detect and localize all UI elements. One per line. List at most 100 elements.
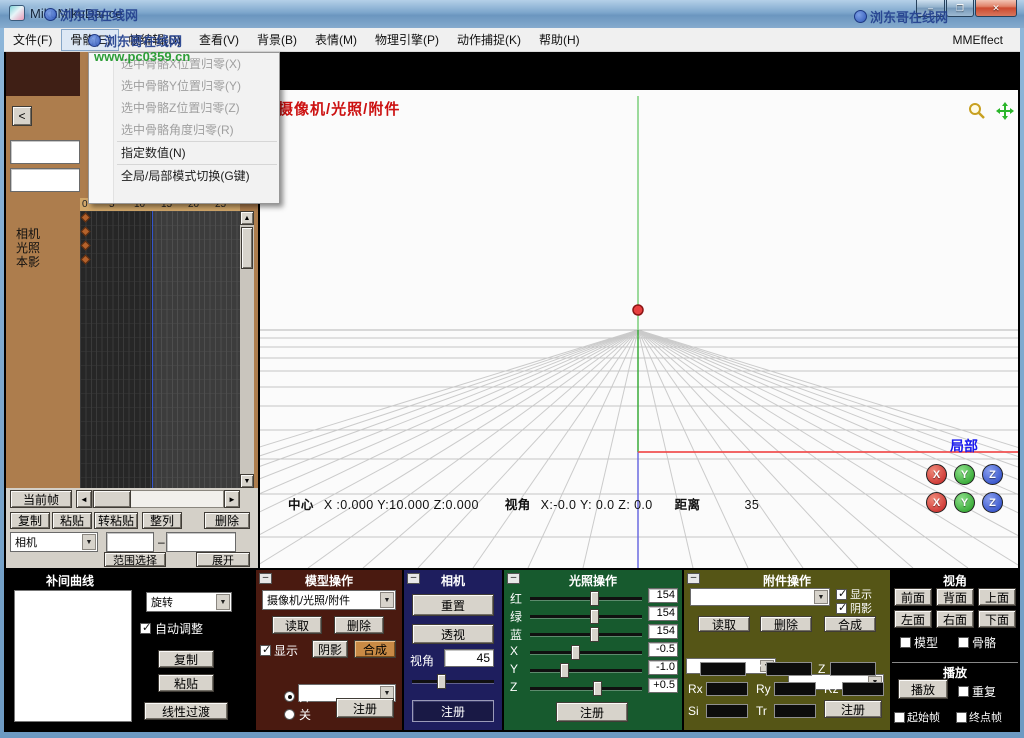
chevron-down-icon[interactable]: ▼ bbox=[82, 534, 96, 550]
slider-thumb[interactable] bbox=[571, 645, 580, 660]
menu-item-file[interactable]: 文件(F) bbox=[4, 29, 61, 51]
light-green-value[interactable]: 154 bbox=[648, 606, 678, 621]
checkbox-icon[interactable] bbox=[894, 712, 905, 723]
chevron-down-icon[interactable]: ▼ bbox=[216, 594, 230, 610]
x-field[interactable] bbox=[700, 662, 746, 676]
paste-button[interactable]: 粘贴 bbox=[52, 512, 92, 529]
range-end-field[interactable] bbox=[166, 532, 236, 552]
zoom-icon[interactable] bbox=[968, 102, 986, 120]
linear-transition-button[interactable]: 线性过渡 bbox=[144, 702, 228, 720]
checkbox-icon[interactable] bbox=[958, 637, 969, 648]
physics-on-radio[interactable]: 开 bbox=[284, 688, 311, 705]
light-y-slider[interactable] bbox=[530, 669, 642, 672]
axis-x-button-2[interactable]: X bbox=[926, 492, 947, 513]
light-register-button[interactable]: 注册 bbox=[556, 702, 628, 722]
align-button[interactable]: 整列 bbox=[142, 512, 182, 529]
checkbox-icon[interactable] bbox=[958, 686, 969, 697]
follow-model-checkbox[interactable]: 模型 bbox=[900, 634, 938, 651]
slider-thumb[interactable] bbox=[590, 609, 599, 624]
bone-list-box-1[interactable] bbox=[10, 140, 80, 164]
local-mode-label[interactable]: 局部 bbox=[950, 436, 978, 456]
light-blue-slider[interactable] bbox=[530, 633, 642, 636]
accessory-load-button[interactable]: 读取 bbox=[698, 616, 750, 632]
range-select-button[interactable]: 范围选择 bbox=[104, 552, 166, 567]
model-delete-button[interactable]: 删除 bbox=[334, 616, 384, 634]
title-bar[interactable]: MikuMikuDance – ❐ ✕ bbox=[0, 0, 1024, 28]
axis-z-button-2[interactable]: Z bbox=[982, 492, 1003, 513]
light-x-slider[interactable] bbox=[530, 651, 642, 654]
keyframe-diamond[interactable] bbox=[81, 213, 91, 223]
follow-bone-checkbox[interactable]: 骨骼 bbox=[958, 634, 996, 651]
menu-item-expression[interactable]: 表情(M) bbox=[306, 29, 366, 51]
rx-field[interactable] bbox=[706, 682, 748, 696]
slider-thumb[interactable] bbox=[590, 627, 599, 642]
copy-button[interactable]: 复制 bbox=[10, 512, 50, 529]
menu-item-mmeffect[interactable]: MMEffect bbox=[944, 29, 1012, 51]
fov-field[interactable]: 45 bbox=[444, 649, 494, 667]
checkbox-icon[interactable] bbox=[836, 589, 847, 600]
ry-field[interactable] bbox=[774, 682, 816, 696]
range-start-field[interactable] bbox=[106, 532, 154, 552]
view-right-button[interactable]: 右面 bbox=[936, 610, 974, 628]
move-icon[interactable] bbox=[996, 102, 1014, 120]
expand-button[interactable]: 展开 bbox=[196, 552, 250, 567]
slider-thumb[interactable] bbox=[593, 681, 602, 696]
menu-item-help[interactable]: 帮助(H) bbox=[530, 29, 589, 51]
keyframe-diamond[interactable] bbox=[81, 227, 91, 237]
auto-adjust-checkbox[interactable]: 自动调整 bbox=[140, 620, 203, 637]
accessory-register-button[interactable]: 注册 bbox=[824, 700, 882, 718]
maximize-button[interactable]: ❐ bbox=[946, 0, 974, 17]
physics-off-radio[interactable]: 关 bbox=[284, 706, 311, 723]
axis-z-button[interactable]: Z bbox=[982, 464, 1003, 485]
model-target-select[interactable]: 摄像机/光照/附件 ▼ bbox=[262, 590, 396, 610]
chevron-down-icon[interactable]: ▼ bbox=[380, 592, 394, 608]
checkbox-icon[interactable] bbox=[260, 645, 271, 656]
menu-item-view[interactable]: 查看(V) bbox=[190, 29, 248, 51]
light-red-slider[interactable] bbox=[530, 597, 642, 600]
axis-x-button[interactable]: X bbox=[926, 464, 947, 485]
view-bottom-button[interactable]: 下面 bbox=[978, 610, 1016, 628]
tr-field[interactable] bbox=[774, 704, 816, 718]
light-blue-value[interactable]: 154 bbox=[648, 624, 678, 639]
channel-select[interactable]: 旋转 ▼ bbox=[146, 592, 232, 612]
scroll-down-icon[interactable]: ▼ bbox=[240, 474, 254, 488]
start-frame-checkbox[interactable]: 起始帧 bbox=[894, 709, 940, 725]
keyframe-diamond[interactable] bbox=[81, 255, 91, 265]
model-shadow-button[interactable]: 阴影 bbox=[312, 640, 348, 658]
z-field[interactable] bbox=[830, 662, 876, 676]
model-load-button[interactable]: 读取 bbox=[272, 616, 322, 634]
back-button[interactable]: < bbox=[12, 106, 32, 126]
menu-item-physics[interactable]: 物理引擎(P) bbox=[366, 29, 448, 51]
light-green-slider[interactable] bbox=[530, 615, 642, 618]
menu-item-zero-angle[interactable]: 选中骨骼角度归零(R) bbox=[89, 119, 279, 141]
fov-slider[interactable] bbox=[412, 680, 494, 683]
y-field[interactable] bbox=[766, 662, 812, 676]
accessory-select[interactable]: ▼ bbox=[690, 588, 830, 606]
checkbox-icon[interactable] bbox=[836, 603, 847, 614]
rz-field[interactable] bbox=[842, 682, 884, 696]
menu-item-zero-z-position[interactable]: 选中骨骼Z位置归零(Z) bbox=[89, 97, 279, 119]
accessory-delete-button[interactable]: 删除 bbox=[760, 616, 812, 632]
play-button[interactable]: 播放 bbox=[898, 679, 948, 699]
camera-reset-button[interactable]: 重置 bbox=[412, 594, 494, 616]
keyframe-grid[interactable] bbox=[80, 211, 240, 488]
radio-icon[interactable] bbox=[284, 691, 295, 702]
camera-register-button[interactable]: 注册 bbox=[412, 700, 494, 722]
bone-list-box-2[interactable] bbox=[10, 168, 80, 192]
target-select[interactable]: 相机 ▼ bbox=[10, 532, 98, 552]
view-front-button[interactable]: 前面 bbox=[894, 588, 932, 606]
minimize-button[interactable]: – bbox=[916, 0, 945, 17]
slider-thumb[interactable] bbox=[590, 591, 599, 606]
menu-item-motion-capture[interactable]: 动作捕捉(K) bbox=[448, 29, 530, 51]
curve-paste-button[interactable]: 粘贴 bbox=[158, 674, 214, 692]
hscroll-left-icon[interactable]: ◄ bbox=[76, 490, 92, 508]
slider-thumb[interactable] bbox=[560, 663, 569, 678]
accessory-shadow-checkbox[interactable]: 阴影 bbox=[836, 600, 872, 616]
axis-y-button-2[interactable]: Y bbox=[954, 492, 975, 513]
light-z-slider[interactable] bbox=[530, 687, 642, 690]
curve-copy-button[interactable]: 复制 bbox=[158, 650, 214, 668]
menu-item-specify-value[interactable]: 指定数值(N) bbox=[89, 142, 279, 164]
vertical-scrollbar[interactable]: ▲ ▼ bbox=[240, 211, 254, 488]
keyframe-diamond[interactable] bbox=[81, 241, 91, 251]
view-back-button[interactable]: 背面 bbox=[936, 588, 974, 606]
